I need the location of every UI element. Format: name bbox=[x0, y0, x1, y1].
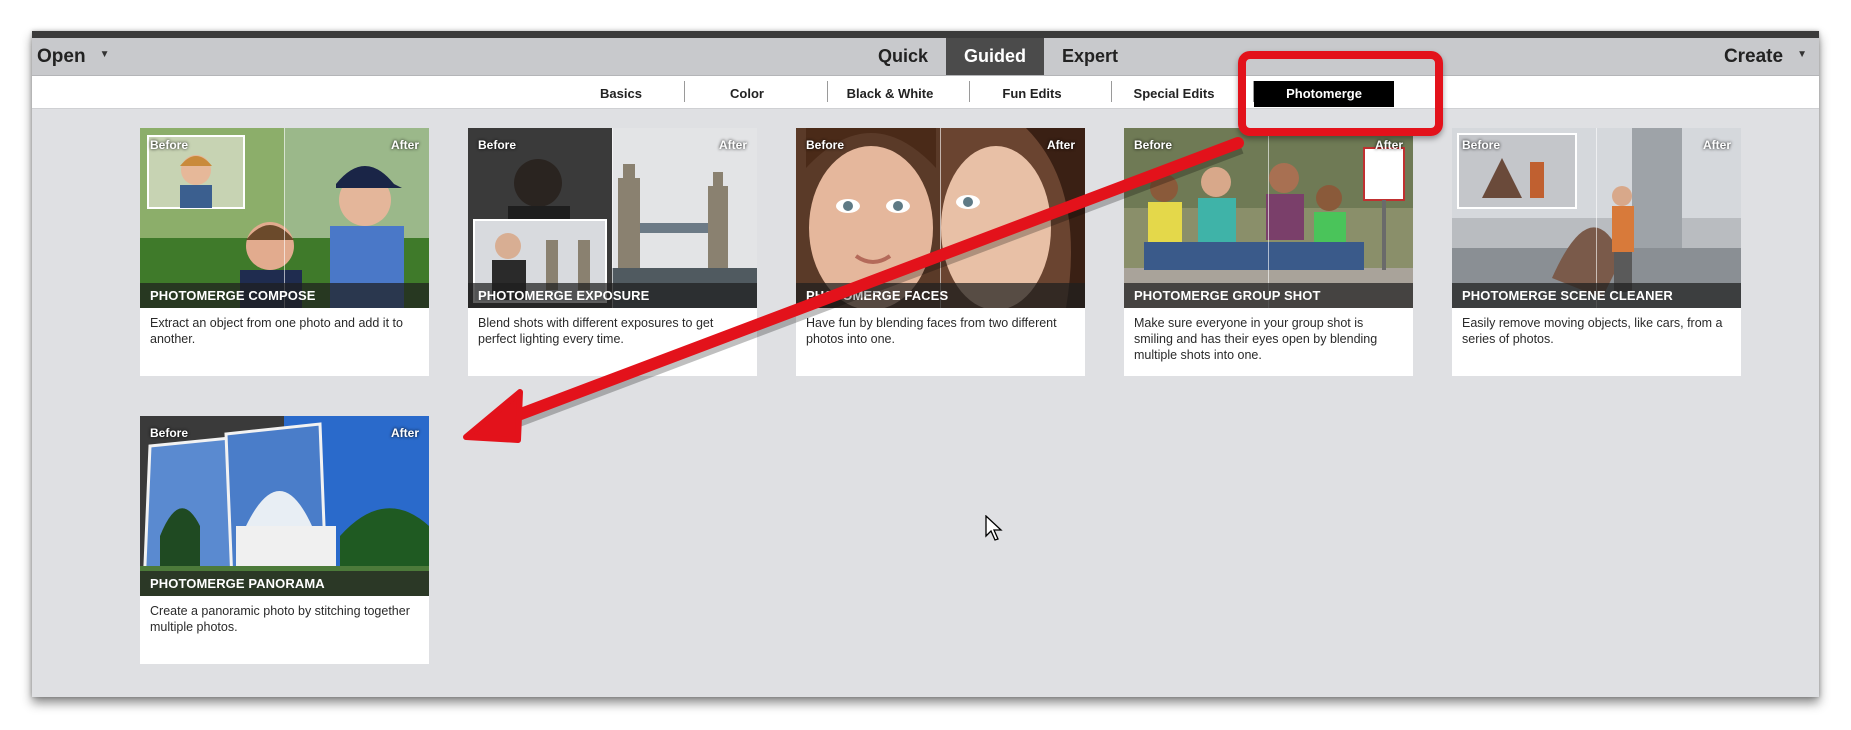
before-after-divider bbox=[284, 128, 285, 308]
before-label: Before bbox=[150, 426, 189, 440]
category-bar: Basics Color Black & White Fun Edits Spe… bbox=[32, 76, 1819, 109]
group-shot-thumbnail: Before After PHOTOMERGE GROUP SHOT bbox=[1124, 128, 1413, 308]
after-label: After bbox=[390, 426, 419, 440]
before-after-divider bbox=[612, 128, 613, 308]
create-label: Create bbox=[1723, 46, 1784, 67]
compose-thumbnail: Before After PHOTOMERGE COMPOSE bbox=[140, 128, 429, 308]
card-photomerge-exposure[interactable]: Before After PHOTOMERGE EXPOSURE Blend s… bbox=[468, 128, 757, 376]
after-label: After bbox=[1046, 138, 1075, 152]
card-description: Easily remove moving objects, like cars,… bbox=[1462, 316, 1723, 346]
panorama-thumbnail: Before After PHOTOMERGE PANORAMA bbox=[140, 416, 429, 596]
card-photomerge-panorama[interactable]: Before After PHOTOMERGE PANORAMA Create … bbox=[140, 416, 429, 664]
card-photomerge-compose[interactable]: Before After PHOTOMERGE COMPOSE Extract … bbox=[140, 128, 429, 376]
mouse-cursor-icon bbox=[985, 515, 1003, 541]
before-after-divider bbox=[1596, 128, 1597, 308]
card-photomerge-group-shot[interactable]: Before After PHOTOMERGE GROUP SHOT Make … bbox=[1124, 128, 1413, 376]
before-after-divider bbox=[940, 128, 941, 308]
mode-bar: Open ▼ Quick Guided Expert Create ▼ bbox=[32, 38, 1819, 76]
chevron-down-icon: ▼ bbox=[99, 49, 110, 61]
create-menu-button[interactable]: Create ▼ bbox=[1724, 38, 1807, 75]
after-label: After bbox=[390, 138, 419, 152]
card-description: Make sure everyone in your group shot is… bbox=[1134, 316, 1378, 362]
tab-divider bbox=[684, 81, 685, 102]
tab-fun-edits[interactable]: Fun Edits bbox=[972, 81, 1092, 107]
open-menu-button[interactable]: Open ▼ bbox=[37, 38, 109, 75]
tab-black-white[interactable]: Black & White bbox=[830, 81, 950, 107]
mode-tab-guided[interactable]: Guided bbox=[946, 38, 1045, 75]
card-description: Blend shots with different exposures to … bbox=[478, 316, 714, 346]
before-label: Before bbox=[478, 138, 517, 152]
mode-tabs: Quick Guided Expert bbox=[860, 38, 1136, 75]
guided-edit-window: Open ▼ Quick Guided Expert Create ▼ Basics… bbox=[32, 31, 1819, 697]
before-label: Before bbox=[150, 138, 189, 152]
tab-basics[interactable]: Basics bbox=[561, 81, 681, 107]
before-after-divider bbox=[1268, 128, 1269, 308]
before-label: Before bbox=[1134, 138, 1173, 152]
before-label: Before bbox=[806, 138, 845, 152]
tab-divider bbox=[969, 81, 970, 102]
exposure-thumbnail: Before After PHOTOMERGE EXPOSURE bbox=[468, 128, 757, 308]
before-label: Before bbox=[1462, 138, 1501, 152]
card-title: PHOTOMERGE FACES bbox=[806, 288, 949, 303]
open-label: Open bbox=[37, 46, 86, 67]
tab-special-edits[interactable]: Special Edits bbox=[1114, 81, 1234, 107]
mode-tab-expert[interactable]: Expert bbox=[1044, 38, 1136, 75]
card-description: Extract an object from one photo and add… bbox=[150, 316, 403, 346]
card-photomerge-scene-cleaner[interactable]: Before After PHOTOMERGE SCENE CLEANER Ea… bbox=[1452, 128, 1741, 376]
card-title: PHOTOMERGE GROUP SHOT bbox=[1134, 288, 1321, 303]
after-label: After bbox=[1702, 138, 1731, 152]
card-title: PHOTOMERGE EXPOSURE bbox=[478, 288, 650, 303]
card-title: PHOTOMERGE PANORAMA bbox=[150, 576, 325, 591]
after-label: After bbox=[718, 138, 747, 152]
card-description: Create a panoramic photo by stitching to… bbox=[150, 604, 410, 634]
after-label: After bbox=[1374, 138, 1403, 152]
tab-divider bbox=[827, 81, 828, 102]
card-title: PHOTOMERGE COMPOSE bbox=[150, 288, 316, 303]
card-description: Have fun by blending faces from two diff… bbox=[806, 316, 1057, 346]
tab-divider bbox=[1111, 81, 1112, 102]
card-title: PHOTOMERGE SCENE CLEANER bbox=[1462, 288, 1673, 303]
scene-cleaner-thumbnail: Before After PHOTOMERGE SCENE CLEANER bbox=[1452, 128, 1741, 308]
chevron-down-icon: ▼ bbox=[1797, 49, 1807, 61]
title-strip bbox=[32, 31, 1819, 38]
card-photomerge-faces[interactable]: Before After PHOTOMERGE FACES Have fun b… bbox=[796, 128, 1085, 376]
mode-tab-quick[interactable]: Quick bbox=[860, 38, 946, 75]
highlight-callout bbox=[1238, 51, 1443, 136]
tab-color[interactable]: Color bbox=[687, 81, 807, 107]
faces-thumbnail: Before After PHOTOMERGE FACES bbox=[796, 128, 1085, 308]
